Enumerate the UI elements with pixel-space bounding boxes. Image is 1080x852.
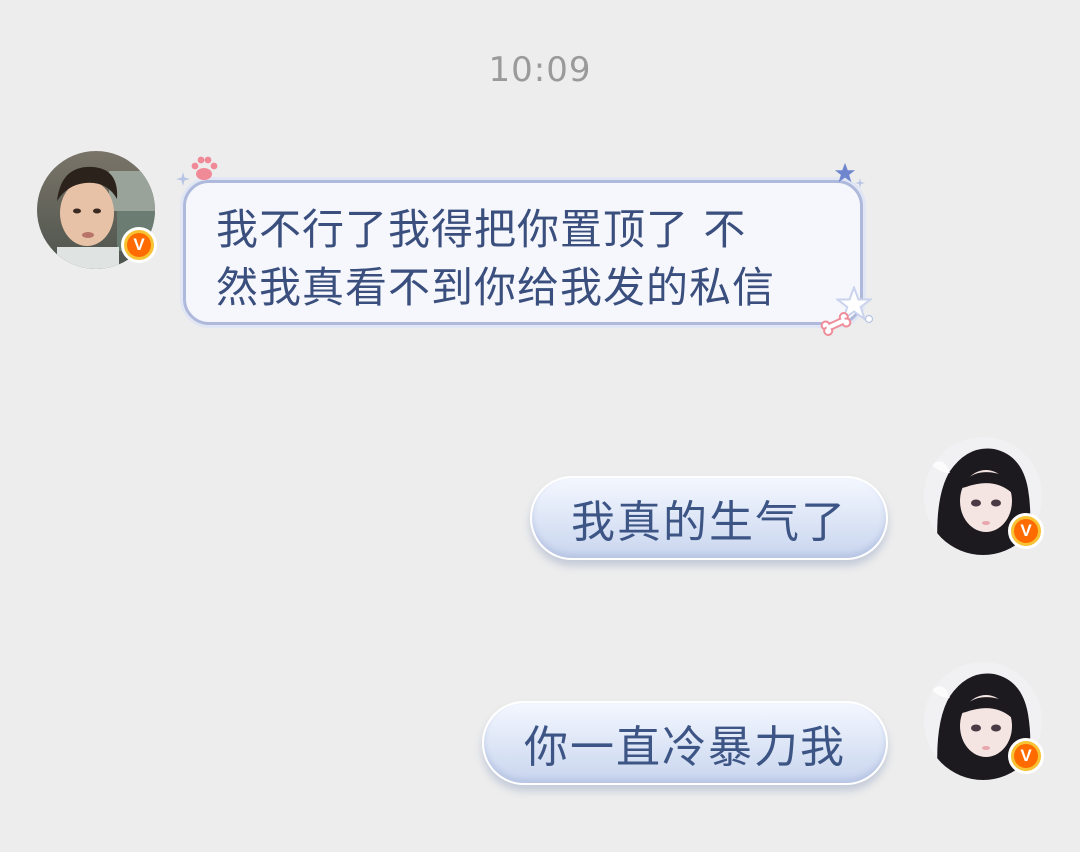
own-avatar[interactable]: V bbox=[924, 437, 1044, 555]
verified-badge-icon: V bbox=[1008, 513, 1044, 549]
sparkle-icon bbox=[176, 172, 190, 186]
dot-icon bbox=[864, 314, 874, 324]
chat-timestamp: 10:09 bbox=[488, 50, 592, 90]
sender-avatar[interactable]: V bbox=[37, 151, 157, 269]
message-text-line: 我不行了我得把你置顶了 不 bbox=[216, 205, 747, 254]
verified-badge-icon: V bbox=[121, 227, 157, 263]
message-text: 我真的生气了 bbox=[571, 497, 847, 548]
incoming-message-bubble[interactable]: 我不行了我得把你置顶了 不 然我真看不到你给我发的私信 bbox=[183, 180, 863, 325]
message-text: 你一直冷暴力我 bbox=[524, 722, 846, 773]
bone-icon bbox=[820, 312, 852, 336]
sparkle-icon bbox=[855, 178, 865, 188]
paw-print-icon bbox=[191, 156, 218, 180]
message-text-line: 然我真看不到你给我发的私信 bbox=[216, 263, 776, 312]
star-icon bbox=[834, 162, 856, 183]
outgoing-message-bubble[interactable]: 我真的生气了 bbox=[530, 476, 888, 560]
outgoing-message-bubble[interactable]: 你一直冷暴力我 bbox=[482, 701, 888, 785]
own-avatar[interactable]: V bbox=[924, 662, 1044, 780]
verified-badge-icon: V bbox=[1008, 738, 1044, 774]
